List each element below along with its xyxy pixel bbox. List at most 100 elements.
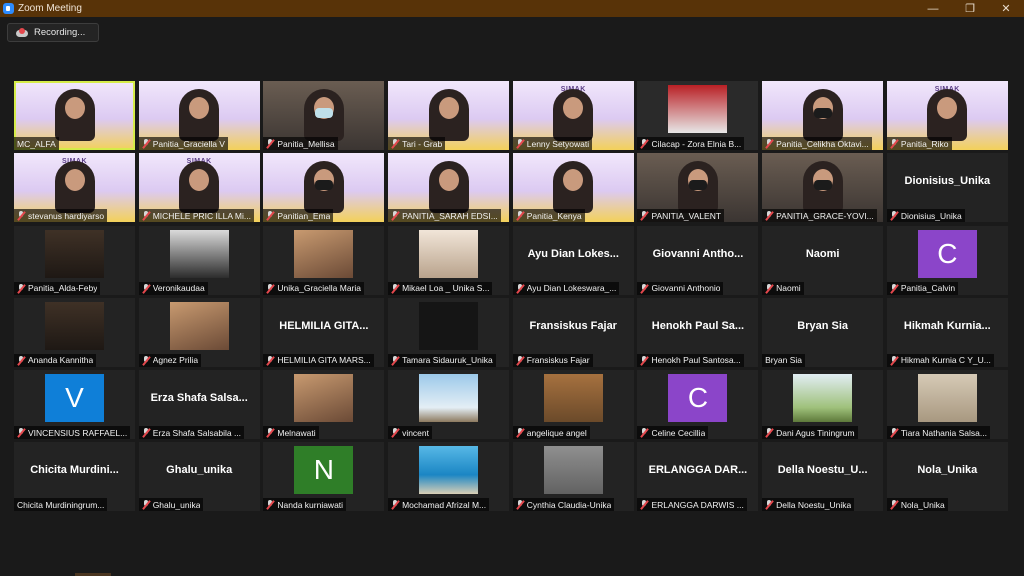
- participant-name-bar: Nola_Unika: [886, 498, 948, 512]
- participant-tile[interactable]: Panitia_Graciella V: [138, 81, 260, 150]
- participant-name: Ananda Kannitha: [28, 355, 94, 366]
- participant-tile[interactable]: Chicita Murdini... Chicita Murdiningrum..…: [14, 442, 135, 512]
- close-button[interactable]: ✕: [991, 0, 1021, 17]
- participant-tile[interactable]: Panitian_Ema: [263, 153, 385, 223]
- participant-name-bar: PANITIA_VALENT: [637, 209, 725, 223]
- profile-picture: [294, 229, 354, 278]
- profile-picture: [169, 301, 229, 350]
- mic-muted-icon: [890, 283, 898, 293]
- mic-muted-icon: [391, 500, 399, 509]
- participant-name: Della Noestu_Unika: [776, 499, 852, 510]
- participant-name: Ayu Dian Lokeswara_...: [526, 283, 617, 294]
- participant-display-name: Giovanni Antho...: [652, 247, 744, 260]
- participant-tile[interactable]: Della Noestu_U... Della Noestu_Unika: [762, 442, 884, 512]
- participant-display-name: Dionisius_Unika: [904, 175, 991, 188]
- participant-tile[interactable]: ERLANGGA DAR... ERLANGGA DARWIS ...: [637, 442, 759, 512]
- minimize-button[interactable]: —: [918, 0, 948, 17]
- participant-tile[interactable]: Hikmah Kurnia... Hikmah Kurnia C Y_U...: [886, 297, 1008, 367]
- participant-tile[interactable]: Giovanni Antho... Giovanni Anthonio: [637, 225, 759, 295]
- mic-muted-icon: [142, 211, 150, 220]
- participant-tile[interactable]: Bryan Sia Bryan Sia: [762, 297, 884, 367]
- participant-tile[interactable]: Tiara Nathania Salsa...: [886, 370, 1008, 440]
- mic-muted-icon: [516, 211, 524, 220]
- mic-muted-icon: [890, 428, 898, 437]
- avatar: C: [917, 229, 977, 278]
- participant-name-bar: angelique angel: [512, 426, 590, 440]
- participant-name: Agnez Prilia: [152, 355, 199, 366]
- participant-tile[interactable]: Erza Shafa Salsa... Erza Shafa Salsabila …: [138, 370, 260, 440]
- profile-picture: [45, 301, 104, 350]
- participant-name: Chicita Murdiningrum...: [17, 499, 105, 510]
- participant-tile[interactable]: SIMAKLenny Setyowati: [512, 81, 634, 150]
- participant-tile[interactable]: Ananda Kannitha: [14, 297, 135, 367]
- participant-tile[interactable]: Cynthia Claudia-Unika: [512, 442, 634, 512]
- participant-name: Tamara Sidauruk_Unika: [402, 355, 493, 366]
- mic-muted-icon: [266, 283, 274, 293]
- participant-tile[interactable]: SIMAKPanitia_Riko: [886, 81, 1008, 150]
- participant-video: [303, 161, 344, 214]
- mic-muted-icon: [765, 211, 773, 220]
- profile-picture: [419, 446, 479, 495]
- mic-muted-icon: [266, 428, 274, 437]
- participant-tile[interactable]: Tari - Grab: [388, 81, 510, 150]
- participant-name-bar: Panitia_Celikha Oktavi...: [762, 137, 872, 150]
- participant-name: Dani Agus Tiningrum: [776, 427, 855, 438]
- mic-muted-icon: [516, 428, 524, 437]
- participant-tile[interactable]: Veronikaudaa: [138, 225, 260, 295]
- participant-name-bar: Fransiskus Fajar: [512, 353, 593, 367]
- participant-tile[interactable]: Mochamad Afrizal M...: [388, 442, 510, 512]
- mic-muted-icon: [142, 355, 150, 365]
- participant-name-bar: PANITIA_SARAH EDSI...: [388, 209, 501, 223]
- participant-name: Giovanni Anthonio: [651, 283, 721, 294]
- participant-tile[interactable]: Dionisius_Unika Dionisius_Unika: [886, 153, 1008, 223]
- participant-tile[interactable]: Tamara Sidauruk_Unika: [388, 297, 510, 367]
- participant-tile[interactable]: SIMAKMICHELE PRIC ILLA Mi...: [138, 153, 260, 223]
- participant-tile[interactable]: HELMILIA GITA... HELMILIA GITA MARS...: [263, 297, 385, 367]
- participant-tile[interactable]: C Panitia_Calvin: [886, 225, 1008, 295]
- participant-tile[interactable]: Panitia_Celikha Oktavi...: [762, 81, 884, 150]
- mic-muted-icon: [640, 139, 648, 148]
- participant-name-bar: ERLANGGA DARWIS ...: [637, 498, 747, 512]
- participant-tile[interactable]: Melnawati: [263, 370, 385, 440]
- participant-tile[interactable]: Nola_Unika Nola_Unika: [886, 442, 1008, 512]
- participant-tile[interactable]: PANITIA_SARAH EDSI...: [388, 153, 510, 223]
- participant-name-bar: HELMILIA GITA MARS...: [263, 353, 374, 367]
- mic-muted-icon: [640, 283, 648, 293]
- participant-tile[interactable]: SIMAKstevanus hardiyarso: [14, 153, 135, 223]
- avatar-letter: N: [313, 454, 334, 486]
- participant-tile[interactable]: Henokh Paul Sa... Henokh Paul Santosa...: [637, 297, 759, 367]
- participant-video: [802, 161, 843, 214]
- participant-tile[interactable]: PANITIA_GRACE-YOVI...: [762, 153, 884, 223]
- participant-tile[interactable]: Dani Agus Tiningrum: [762, 370, 884, 440]
- participant-tile[interactable]: V VINCENSIUS RAFFAEL...: [14, 370, 135, 440]
- participant-tile[interactable]: Panitia_Mellisa: [263, 81, 385, 150]
- participant-tile[interactable]: Unika_Graciella Maria: [263, 225, 385, 295]
- participant-tile[interactable]: MC_ALFA: [14, 81, 135, 150]
- restore-button[interactable]: ❐: [955, 0, 985, 17]
- participant-tile[interactable]: Mikael Loa _ Unika S...: [388, 225, 510, 295]
- participant-name: Celine Cecillia: [651, 427, 706, 438]
- participant-tile[interactable]: angelique angel: [512, 370, 634, 440]
- participant-tile[interactable]: vincent: [388, 370, 510, 440]
- mic-muted-icon: [142, 428, 150, 437]
- avatar: V: [45, 374, 104, 423]
- participant-name-bar: Panitia_Alda-Feby: [14, 281, 101, 295]
- participant-tile[interactable]: N Nanda kurniawati: [263, 442, 385, 512]
- participant-tile[interactable]: Ghalu_unika Ghalu_unika: [138, 442, 260, 512]
- participant-display-name: Erza Shafa Salsa...: [150, 392, 248, 405]
- participant-tile[interactable]: C Celine Cecillia: [637, 370, 759, 440]
- participant-tile[interactable]: Fransiskus Fajar Fransiskus Fajar: [512, 297, 634, 367]
- participant-name-bar: Panitia_Kenya: [512, 209, 585, 223]
- participant-tile[interactable]: Naomi Naomi: [762, 225, 884, 295]
- participant-name: Cilacap - Zora Elnia B...: [651, 138, 742, 149]
- participant-name-bar: Celine Cecillia: [637, 426, 709, 440]
- recording-indicator[interactable]: Recording...: [7, 23, 99, 42]
- participant-name: Panitia_Alda-Feby: [28, 283, 98, 294]
- participant-tile[interactable]: Panitia_Alda-Feby: [14, 225, 135, 295]
- participant-tile[interactable]: Cilacap - Zora Elnia B...: [637, 81, 759, 150]
- mic-muted-icon: [640, 355, 648, 365]
- participant-tile[interactable]: Ayu Dian Lokes... Ayu Dian Lokeswara_...: [512, 225, 634, 295]
- participant-tile[interactable]: Agnez Prilia: [138, 297, 260, 367]
- participant-tile[interactable]: Panitia_Kenya: [512, 153, 634, 223]
- participant-tile[interactable]: PANITIA_VALENT: [637, 153, 759, 223]
